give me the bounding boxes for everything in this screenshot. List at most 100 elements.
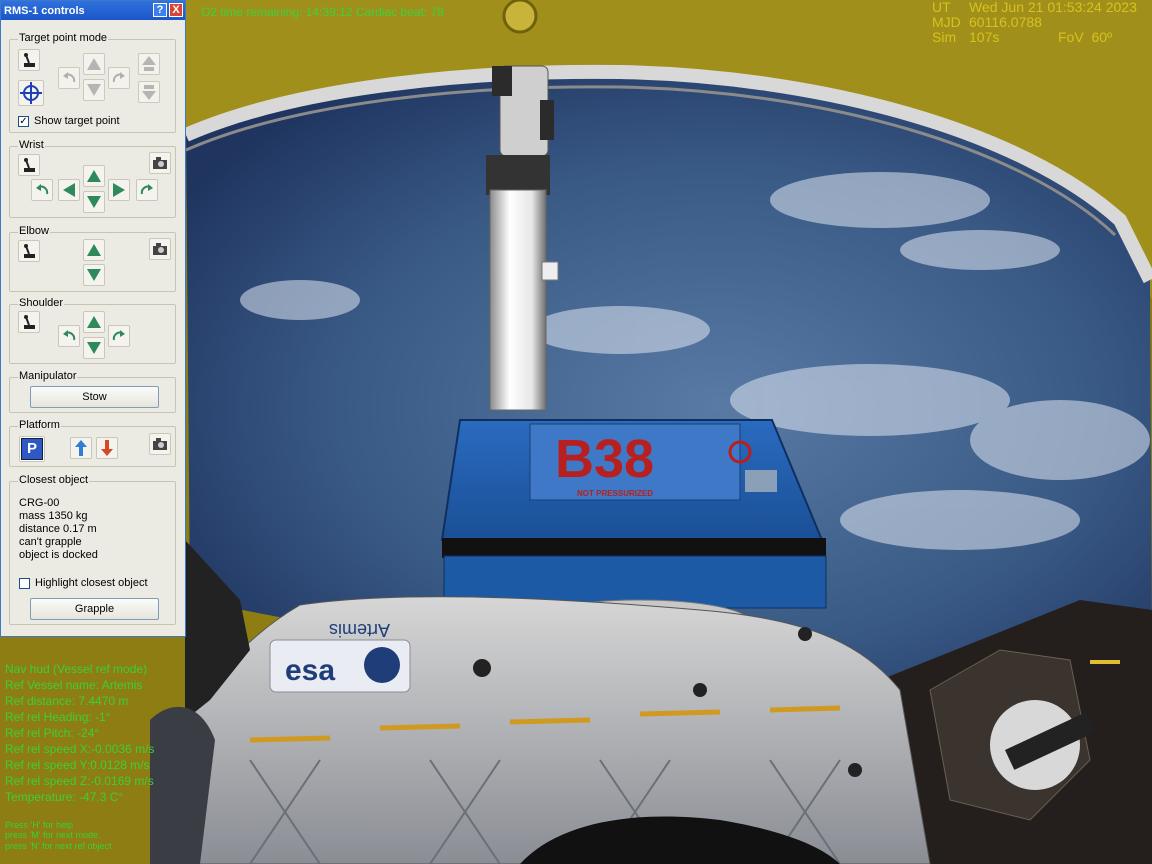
dialog-titlebar[interactable]: RMS-1 controls ? X	[1, 1, 185, 20]
wrist-left-button[interactable]	[58, 179, 80, 201]
esa-logo: esa	[285, 654, 335, 687]
rotate-right-icon	[112, 330, 125, 341]
cargo-box: B38 NOT PRESSURIZED	[440, 419, 827, 609]
checkbox-label: Show target point	[34, 115, 120, 127]
shoulder-rotate-left-button[interactable]	[58, 325, 80, 347]
nav-hud-line: Ref rel speed X:-0.0036 m/s	[5, 742, 155, 756]
shoulder-rotate-right-button[interactable]	[108, 325, 130, 347]
dialog-title: RMS-1 controls	[4, 5, 85, 17]
ut-label: UT	[932, 0, 951, 15]
highlight-closest-checkbox[interactable]: Highlight closest object	[19, 577, 148, 589]
fairing-fixture	[502, 0, 538, 34]
rotate-right-icon	[112, 72, 125, 83]
joystick-icon	[24, 53, 35, 67]
elbow-joystick-button[interactable]	[18, 240, 40, 262]
rotate-ccw-button[interactable]	[58, 67, 80, 89]
group-closest-object: Closest object CRG-00 mass 1350 kg dista…	[9, 474, 176, 625]
platform-raise-button[interactable]	[70, 437, 92, 459]
fov-label: FoV	[1058, 29, 1084, 45]
platform-camera-button[interactable]	[149, 433, 171, 455]
mjd-label: MJD	[932, 14, 961, 30]
arrow-down-icon	[87, 342, 101, 354]
nav-hud-line: Ref rel Pitch: -24°	[5, 726, 100, 740]
shoulder-down-button[interactable]	[83, 337, 105, 359]
rotate-right-icon	[140, 184, 153, 195]
group-label: Platform	[18, 419, 61, 431]
arrow-down-icon	[87, 269, 101, 281]
help-button[interactable]: ?	[153, 3, 167, 17]
help-hints: Press 'H' for help press 'M' for next mo…	[5, 820, 111, 851]
joystick-icon	[24, 315, 35, 329]
group-label: Target point mode	[18, 32, 109, 44]
stow-button[interactable]: Stow	[30, 386, 159, 408]
nav-hud-line: Temperature: -47.3 C°	[5, 790, 124, 804]
closest-object-info: CRG-00 mass 1350 kg distance 0.17 m can'…	[19, 497, 98, 562]
camera-icon	[153, 437, 167, 450]
group-manipulator: Manipulator Stow	[9, 370, 176, 413]
double-down-icon	[142, 85, 156, 100]
group-label: Shoulder	[18, 297, 65, 309]
cargo-code-label: B38	[555, 429, 654, 489]
down-button[interactable]	[83, 79, 105, 101]
platform-lower-button[interactable]	[96, 437, 118, 459]
joystick-icon	[24, 158, 35, 172]
info-line: distance 0.17 m	[19, 523, 97, 535]
arrow-up-icon	[87, 316, 101, 328]
camera-icon	[153, 242, 167, 255]
nav-hud: Nav hud (Vessel ref mode) Ref Vessel nam…	[5, 661, 154, 805]
nav-hud-line: Ref distance: 7.4470 m	[5, 694, 129, 708]
nav-hud-line: Ref rel speed Z:-0.0169 m/s	[5, 774, 154, 788]
close-button[interactable]: X	[169, 3, 183, 17]
group-platform: Platform P	[9, 419, 176, 467]
rotate-cw-button[interactable]	[108, 67, 130, 89]
top-status: O2 time remaining: 14:39:12 Cardiac beat…	[201, 5, 444, 19]
group-label: Manipulator	[18, 370, 78, 382]
elbow-camera-button[interactable]	[149, 238, 171, 260]
module-name-label: Artemis	[329, 620, 390, 640]
wrist-right-button[interactable]	[108, 179, 130, 201]
help-line: Press 'H' for help	[5, 820, 73, 830]
backward-button[interactable]	[138, 81, 160, 103]
shoulder-joystick-button[interactable]	[18, 311, 40, 333]
arrow-up-icon	[87, 244, 101, 256]
arrow-down-icon	[87, 84, 101, 96]
help-line: press 'M' for next mode.	[5, 830, 101, 841]
wrist-camera-button[interactable]	[149, 152, 171, 174]
fov-value: 60º	[1091, 29, 1113, 45]
group-target-point-mode: Target point mode ✓ Show target point	[9, 32, 176, 133]
mjd-value: 60116.0788	[969, 14, 1042, 30]
shoulder-up-button[interactable]	[83, 311, 105, 333]
sim-label: Sim	[932, 29, 957, 45]
platform-park-button[interactable]: P	[19, 436, 45, 462]
nav-hud-line: Ref rel Heading: -1°	[5, 710, 111, 724]
double-up-icon	[142, 56, 156, 71]
info-line: object is docked	[19, 549, 98, 561]
nav-hud-line: Nav hud (Vessel ref mode)	[5, 662, 148, 676]
group-label: Elbow	[18, 225, 50, 237]
nav-hud-line: Ref Vessel name: Artemis	[5, 678, 143, 692]
wrist-roll-right-button[interactable]	[136, 179, 158, 201]
cargo-sub-label: NOT PRESSURIZED	[577, 489, 653, 498]
show-target-point-checkbox[interactable]: ✓ Show target point	[18, 115, 120, 127]
wrist-down-button[interactable]	[83, 191, 105, 213]
arrow-down-red-icon	[101, 440, 113, 456]
wrist-roll-left-button[interactable]	[31, 179, 53, 201]
white-module: esa Artemis	[169, 596, 931, 864]
rotate-left-icon	[63, 330, 76, 341]
checkbox-mark: ✓	[18, 115, 29, 127]
joystick-mode-button[interactable]	[18, 49, 40, 71]
elbow-down-button[interactable]	[83, 264, 105, 286]
up-button[interactable]	[83, 53, 105, 75]
sim-value: 107s	[969, 29, 1000, 45]
checkbox-mark	[19, 577, 30, 589]
grapple-button[interactable]: Grapple	[30, 598, 159, 620]
info-line: mass 1350 kg	[19, 510, 88, 522]
group-shoulder: Shoulder	[9, 297, 176, 364]
wrist-up-button[interactable]	[83, 165, 105, 187]
info-line: can't grapple	[19, 536, 82, 548]
wrist-joystick-button[interactable]	[18, 154, 40, 176]
parking-icon: P	[21, 438, 43, 460]
target-mode-button[interactable]	[18, 80, 44, 106]
elbow-up-button[interactable]	[83, 239, 105, 261]
forward-button[interactable]	[138, 53, 160, 75]
